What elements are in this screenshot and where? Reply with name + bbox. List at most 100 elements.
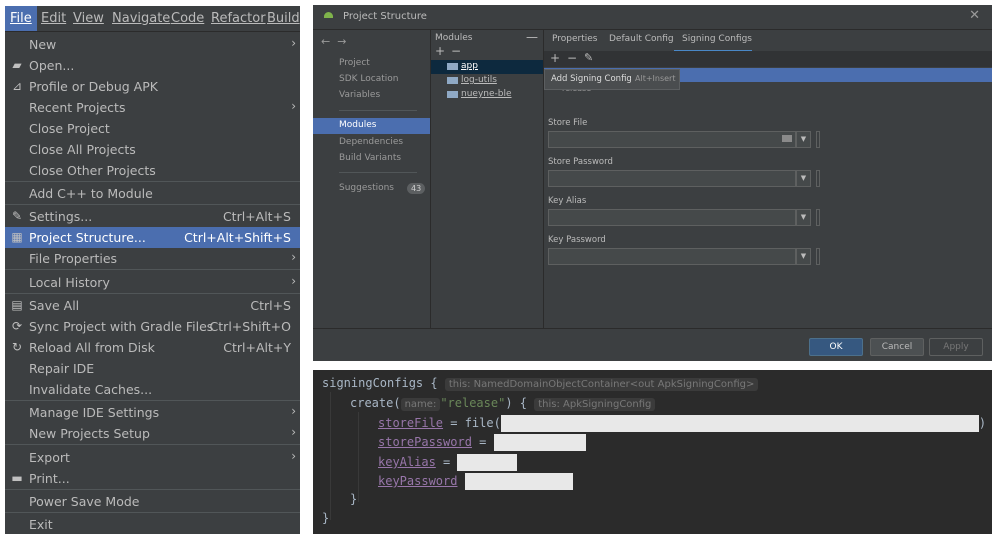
- menu-item-exit[interactable]: Exit: [5, 514, 300, 534]
- menu-item-project-structure[interactable]: ▦ Project Structure... Ctrl+Alt+Shift+S: [5, 227, 300, 248]
- nav-item-modules[interactable]: Modules: [313, 118, 430, 134]
- close-icon[interactable]: ✕: [969, 8, 980, 23]
- nav-item-build-variants[interactable]: Build Variants: [313, 151, 430, 167]
- menubar-build[interactable]: Build: [267, 11, 300, 26]
- chevron-down-icon[interactable]: ▼: [796, 248, 811, 265]
- apply-button[interactable]: Apply: [929, 338, 983, 356]
- menu-item-close-other-projects[interactable]: Close Other Projects: [5, 160, 300, 181]
- redacted-value: [493, 434, 586, 451]
- nav-separator: [339, 110, 417, 111]
- menubar-code[interactable]: Code: [171, 11, 204, 26]
- menu-item-export[interactable]: Export ›: [5, 447, 300, 468]
- menu-item-file-properties[interactable]: File Properties ›: [5, 248, 300, 269]
- menu-item-sync-gradle[interactable]: ⟳ Sync Project with Gradle Files Ctrl+Sh…: [5, 316, 300, 337]
- module-settings-pane: Properties Default Config Signing Config…: [544, 30, 992, 328]
- menu-item-repair-ide[interactable]: Repair IDE: [5, 358, 300, 379]
- module-item-log-utils[interactable]: log-utils: [431, 74, 543, 88]
- menu-item-manage-ide-settings[interactable]: Manage IDE Settings ›: [5, 402, 300, 423]
- tab-properties[interactable]: Properties: [544, 30, 604, 50]
- menu-item-reload-disk[interactable]: ↻ Reload All from Disk Ctrl+Alt+Y: [5, 337, 300, 358]
- code-line-2: create(name: "release") { this: ApkSignin…: [350, 396, 656, 414]
- key-alias-label: Key Alias: [548, 196, 587, 206]
- print-icon: ▬: [11, 471, 23, 485]
- menu-separator: [5, 204, 300, 205]
- key-alias-field[interactable]: [548, 209, 796, 226]
- menu-separator: [5, 269, 300, 270]
- menu-item-open[interactable]: ▰ Open...: [5, 55, 300, 76]
- menu-item-new-projects-setup[interactable]: New Projects Setup ›: [5, 423, 300, 444]
- menu-item-close-project[interactable]: Close Project: [5, 118, 300, 139]
- code-line-close-outer: }: [322, 511, 330, 525]
- menubar-edit[interactable]: Edit: [41, 11, 66, 26]
- chevron-down-icon[interactable]: ▼: [796, 170, 811, 187]
- redacted-value: [457, 454, 518, 471]
- menu-item-recent-projects[interactable]: Recent Projects ›: [5, 97, 300, 118]
- store-file-field[interactable]: [548, 131, 796, 148]
- menu-separator: [5, 512, 300, 513]
- menu-item-print[interactable]: ▬ Print...: [5, 468, 300, 489]
- store-file-label: Store File: [548, 118, 588, 128]
- menu-item-new[interactable]: New ›: [5, 34, 300, 55]
- menu-item-add-cpp[interactable]: Add C++ to Module: [5, 183, 300, 204]
- edit-icon[interactable]: ✎: [584, 51, 593, 64]
- field-indicator: [816, 131, 820, 148]
- menubar-navigate[interactable]: Navigate: [112, 11, 170, 26]
- type-hint: this: NamedDomainObjectContainer<out Apk…: [444, 378, 759, 391]
- menu-separator: [5, 181, 300, 182]
- tab-signing-configs[interactable]: Signing Configs: [674, 30, 752, 52]
- chevron-right-icon: ›: [291, 274, 296, 288]
- cancel-button[interactable]: Cancel: [870, 338, 924, 356]
- chevron-down-icon[interactable]: ▼: [796, 209, 811, 226]
- menu-item-invalidate-caches[interactable]: Invalidate Caches...: [5, 379, 300, 400]
- back-forward-arrows-icon[interactable]: ← →: [321, 35, 346, 48]
- menu-item-close-all-projects[interactable]: Close All Projects: [5, 139, 300, 160]
- ok-button[interactable]: OK: [809, 338, 863, 356]
- chevron-down-icon[interactable]: ▼: [796, 131, 811, 148]
- code-line-store-file: storeFile = file(): [378, 415, 987, 432]
- menu-item-save-all[interactable]: ▤ Save All Ctrl+S: [5, 295, 300, 316]
- nav-item-suggestions[interactable]: Suggestions 43: [313, 181, 430, 197]
- indent-guide: [330, 392, 331, 520]
- code-editor[interactable]: signingConfigs { this: NamedDomainObject…: [313, 370, 992, 534]
- key-password-field[interactable]: [548, 248, 796, 265]
- reload-icon: ↻: [11, 340, 23, 354]
- chevron-right-icon: ›: [291, 99, 296, 113]
- menu-bar: File Edit View Navigate Code Refactor Bu…: [5, 6, 300, 32]
- folder-open-icon: ▰: [12, 58, 22, 72]
- module-item-app[interactable]: app: [431, 60, 543, 74]
- type-hint: this: ApkSigningConfig: [534, 398, 656, 411]
- add-signing-config-tooltip: Add Signing Config Alt+Insert: [544, 69, 680, 90]
- chevron-right-icon: ›: [291, 425, 296, 439]
- module-item-nueyne-ble[interactable]: nueyne-ble: [431, 88, 543, 102]
- dialog-left-nav: ← → Project SDK Location Variables Modul…: [313, 30, 431, 328]
- nav-item-variables[interactable]: Variables: [313, 88, 430, 104]
- menubar-file[interactable]: File: [5, 6, 37, 31]
- tab-default-config[interactable]: Default Config: [601, 30, 676, 50]
- dialog-title: Project Structure: [343, 11, 427, 22]
- store-password-label: Store Password: [548, 157, 613, 167]
- menu-separator: [5, 444, 300, 445]
- redacted-value: [500, 415, 979, 432]
- store-password-field[interactable]: [548, 170, 796, 187]
- nav-item-dependencies[interactable]: Dependencies: [313, 135, 430, 151]
- menubar-refactor[interactable]: Refactor: [211, 11, 266, 26]
- remove-icon[interactable]: −: [567, 51, 577, 65]
- nav-item-project[interactable]: Project: [313, 56, 430, 72]
- menubar-view[interactable]: View: [73, 11, 104, 26]
- dialog-title-bar: Project Structure ✕: [313, 5, 992, 30]
- folder-icon: [447, 63, 458, 70]
- minimize-icon[interactable]: —: [526, 30, 538, 44]
- field-indicator: [816, 209, 820, 226]
- menu-item-settings[interactable]: ✎ Settings... Ctrl+Alt+S: [5, 206, 300, 227]
- nav-separator: [339, 172, 417, 173]
- folder-icon: [447, 91, 458, 98]
- add-icon[interactable]: +: [550, 51, 560, 65]
- menu-item-local-history[interactable]: Local History ›: [5, 272, 300, 293]
- chevron-right-icon: ›: [291, 36, 296, 50]
- add-remove-module-icons[interactable]: +−: [435, 44, 467, 58]
- browse-folder-icon[interactable]: [782, 135, 792, 142]
- code-line-key-alias: keyAlias =: [378, 454, 518, 472]
- menu-item-profile-debug-apk[interactable]: ⊿ Profile or Debug APK: [5, 76, 300, 97]
- menu-item-power-save-mode[interactable]: Power Save Mode: [5, 491, 300, 512]
- nav-item-sdk-location[interactable]: SDK Location: [313, 72, 430, 88]
